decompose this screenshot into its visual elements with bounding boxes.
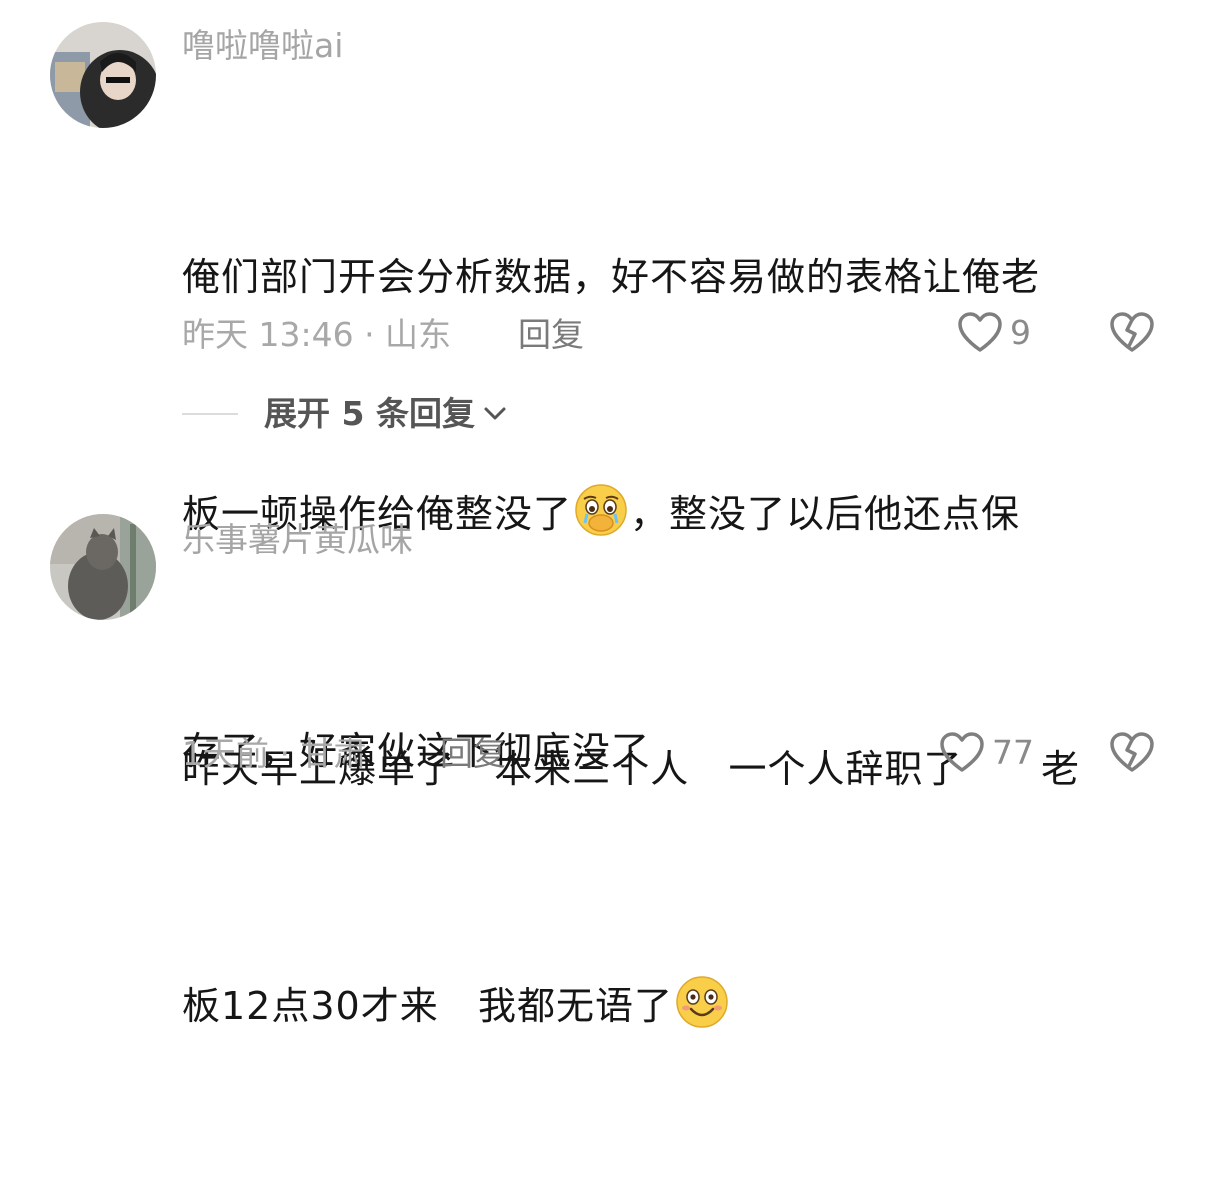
crying-face-emoji [575, 484, 627, 536]
chevron-down-icon [484, 407, 506, 420]
comment-text-line: 俺们部门开会分析数据，好不容易做的表格让俺老 [182, 255, 1041, 299]
comment-text-part: ，整没了以后他还点保 [630, 492, 1021, 536]
expand-replies-label: 展开 5 条回复 [264, 394, 475, 433]
comment-text: 昨天早上爆单了 本来三个人 一个人辞职了 老 板12点30才来 我都无语了 [182, 572, 1172, 1204]
like-button[interactable]: 77 [940, 732, 1034, 774]
username[interactable]: 乐事薯片黄瓜味 [182, 520, 413, 560]
comment-text-part: 板12点30才来 我都无语了 [182, 984, 673, 1028]
username[interactable]: 噜啦噜啦ai [182, 26, 343, 66]
reply-button[interactable]: 回复 [440, 734, 506, 774]
heart-icon [940, 732, 984, 772]
divider-line [182, 413, 238, 415]
comment-meta: 1天前 · 甘肃 [182, 734, 367, 773]
dislike-button[interactable] [1110, 732, 1154, 778]
like-button[interactable]: 9 [958, 312, 1031, 354]
avatar-photo [50, 22, 156, 128]
comment-text-line: 板12点30才来 我都无语了 [182, 967, 1172, 1046]
expand-replies-button[interactable]: 展开 5 条回复 [182, 394, 507, 434]
smiling-face-emoji [676, 976, 728, 1028]
broken-heart-icon [1110, 312, 1154, 352]
heart-icon [958, 312, 1002, 352]
broken-heart-icon [1110, 732, 1154, 772]
like-count: 77 [992, 733, 1034, 772]
avatar-photo [50, 514, 156, 620]
reply-button[interactable]: 回复 [518, 315, 584, 355]
comment-meta: 昨天 13:46 · 山东 [182, 315, 452, 354]
dislike-button[interactable] [1110, 312, 1154, 358]
like-count: 9 [1010, 313, 1031, 352]
avatar[interactable] [50, 514, 156, 620]
avatar[interactable] [50, 22, 156, 128]
